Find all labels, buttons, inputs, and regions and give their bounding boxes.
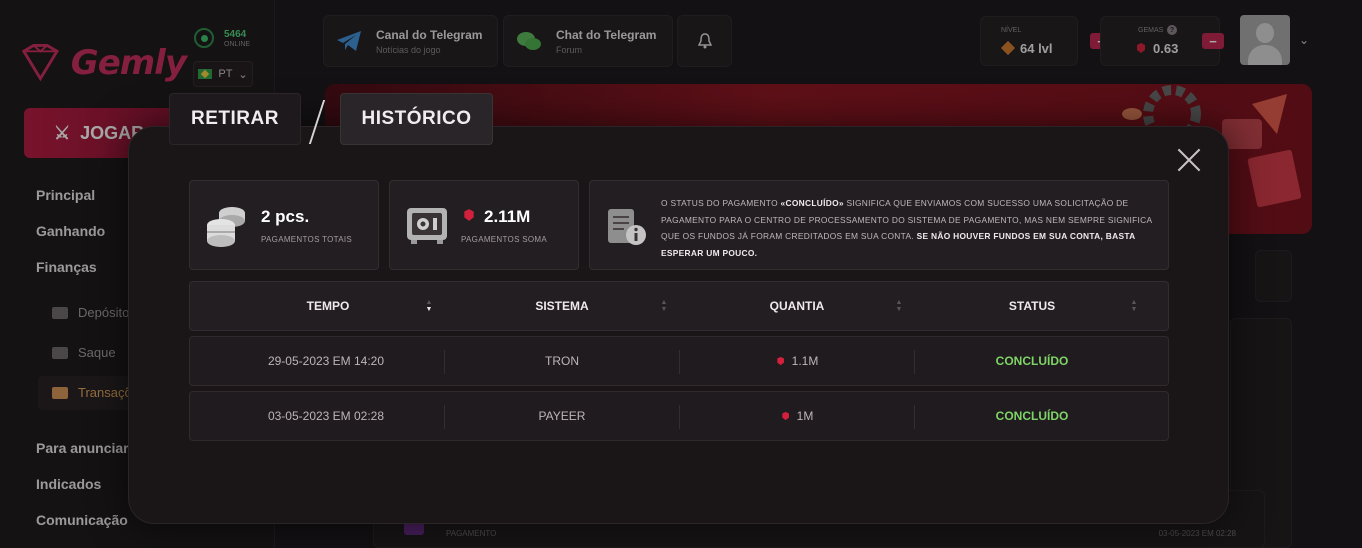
table-row: 29-05-2023 EM 14:20 TRON 1.1M CONCLUÍDO — [189, 336, 1169, 386]
sort-icon[interactable]: ▲ ▼ — [425, 299, 433, 313]
column-divider — [914, 350, 915, 374]
column-divider — [444, 350, 445, 374]
coins-stack-icon — [207, 207, 245, 247]
table-row: 03-05-2023 EM 02:28 PAYEER 1M CONCLUÍDO — [189, 391, 1169, 441]
document-info-icon — [608, 209, 646, 245]
app-root: Gemly 5464 ONLINE PT ⌄ ⚔ JOGAR Principal… — [0, 0, 1362, 548]
column-header-status[interactable]: STATUS — [1009, 299, 1055, 313]
gem-icon — [777, 356, 784, 366]
tab-historico[interactable]: HISTÓRICO — [340, 93, 493, 145]
table-header: TEMPO ▲ ▼ SISTEMA ▲ ▼ QUANTIA ▲ ▼ STATUS ▲ ▼ — [189, 281, 1169, 331]
payments-sum-value: 2.11M — [484, 207, 531, 226]
gem-icon — [782, 411, 789, 421]
row-amount: 1M — [781, 409, 814, 423]
sort-icon[interactable]: ▲ ▼ — [1130, 299, 1138, 313]
column-divider — [679, 350, 680, 374]
column-divider — [914, 405, 915, 429]
total-payments-value: 2 pcs. — [261, 207, 310, 226]
total-payments-label: PAGAMENTOS TOTAIS — [261, 235, 353, 244]
row-amount: 1.1M — [776, 354, 819, 368]
sort-icon[interactable]: ▲ ▼ — [895, 299, 903, 313]
payment-info-card: O STATUS DO PAGAMENTO «CONCLUÍDO» SIGNIF… — [589, 180, 1169, 270]
tab-retirar[interactable]: RETIRAR — [169, 93, 301, 145]
sort-icon[interactable]: ▲ ▼ — [660, 299, 668, 313]
column-divider — [444, 405, 445, 429]
safe-icon — [407, 208, 447, 244]
column-divider — [679, 405, 680, 429]
row-system: PAYEER — [538, 409, 586, 423]
row-status: CONCLUÍDO — [995, 354, 1069, 368]
column-header-tempo[interactable]: TEMPO — [307, 299, 350, 313]
row-amount-value: 1.1M — [791, 354, 819, 368]
close-icon[interactable] — [1176, 147, 1202, 173]
info-text-1: O STATUS DO PAGAMENTO — [661, 198, 781, 208]
payments-sum-label: PAGAMENTOS SOMA — [461, 235, 547, 244]
total-payments-card: 2 pcs. PAGAMENTOS TOTAIS — [189, 180, 379, 270]
row-time: 03-05-2023 EM 02:28 — [267, 409, 385, 423]
payment-status-info: O STATUS DO PAGAMENTO «CONCLUÍDO» SIGNIF… — [661, 195, 1156, 261]
info-bold-1: «CONCLUÍDO» — [780, 198, 844, 208]
row-amount-value: 1M — [796, 409, 814, 423]
row-status: CONCLUÍDO — [995, 409, 1069, 423]
row-time: 29-05-2023 EM 14:20 — [267, 354, 385, 368]
row-system: TRON — [545, 354, 579, 368]
payments-sum-card: 2.11M PAGAMENTOS SOMA — [389, 180, 579, 270]
column-header-sistema[interactable]: SISTEMA — [535, 299, 588, 313]
column-header-quantia[interactable]: QUANTIA — [770, 299, 825, 313]
gem-icon — [464, 209, 474, 221]
